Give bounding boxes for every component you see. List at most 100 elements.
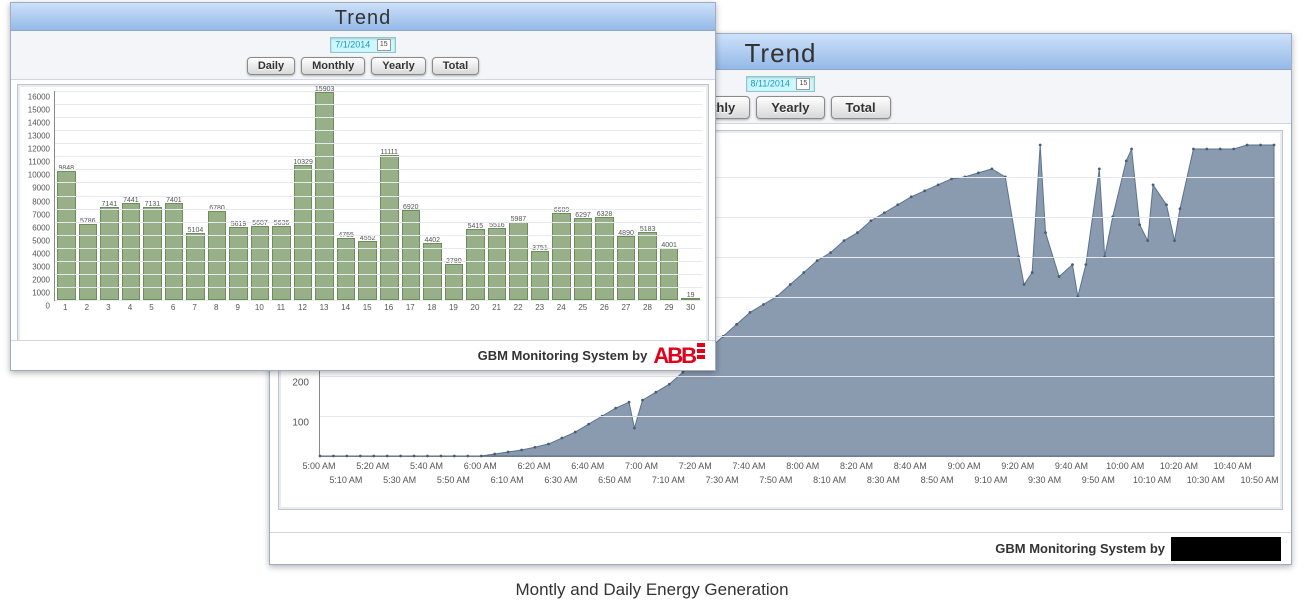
- y-tick: 5000: [32, 236, 50, 245]
- panel-title: Trend: [335, 7, 392, 29]
- x-tick: 10:00 AM: [1106, 461, 1144, 471]
- y-tick: 10000: [28, 171, 50, 180]
- x-tick: 25: [574, 303, 593, 312]
- panel1-toolbar: 7/1/2014 15 Daily Monthly Yearly Total: [11, 31, 715, 80]
- bar-value-label: 6297: [575, 212, 591, 219]
- date-picker[interactable]: 7/1/2014 15: [330, 37, 396, 53]
- x-tick: 10: [250, 303, 269, 312]
- x-tick: 5:50 AM: [437, 475, 470, 485]
- y-tick: 4000: [32, 249, 50, 258]
- abb-logo: ABB: [653, 343, 705, 369]
- x-tick: 5:10 AM: [329, 475, 362, 485]
- bar-value-label: 5415: [468, 223, 484, 230]
- bar-value-label: 7141: [102, 201, 118, 208]
- bar: 7401: [165, 203, 184, 300]
- x-tick: 21: [487, 303, 506, 312]
- x-tick: 17: [401, 303, 420, 312]
- y-tick: 200: [292, 378, 309, 389]
- x-tick: 9:50 AM: [1082, 475, 1115, 485]
- bar-value-label: 7131: [145, 201, 161, 208]
- yearly-button[interactable]: Yearly: [756, 96, 824, 119]
- bar-value-label: 4890: [618, 230, 634, 237]
- calendar-icon[interactable]: 15: [796, 78, 810, 90]
- x-tick: 9:10 AM: [974, 475, 1007, 485]
- x-tick: 7:40 AM: [732, 461, 765, 471]
- y-tick: 13000: [28, 132, 50, 141]
- x-tick: 5:30 AM: [383, 475, 416, 485]
- x-tick: 23: [530, 303, 549, 312]
- bar: 5786: [79, 224, 98, 300]
- x-tick: 9:30 AM: [1028, 475, 1061, 485]
- x-tick: 7:30 AM: [706, 475, 739, 485]
- x-tick: 8:00 AM: [786, 461, 819, 471]
- bar: 3751: [531, 251, 550, 300]
- y-tick: 12000: [28, 145, 50, 154]
- total-button[interactable]: Total: [831, 96, 891, 119]
- x-tick: 7:50 AM: [759, 475, 792, 485]
- panel-title: Trend: [745, 38, 817, 68]
- footer-text: GBM Monitoring System by: [478, 348, 648, 363]
- x-tick: 9:40 AM: [1055, 461, 1088, 471]
- bar: 5687: [251, 226, 270, 300]
- x-tick: 7:10 AM: [652, 475, 685, 485]
- panel1-footer: GBM Monitoring System by ABB: [11, 340, 715, 370]
- bar: 4552: [358, 241, 377, 300]
- x-tick: 10:40 AM: [1214, 461, 1252, 471]
- bar-value-label: 4402: [425, 237, 441, 244]
- x-tick: 9: [229, 303, 248, 312]
- x-tick: 7: [185, 303, 204, 312]
- bar-value-label: 7401: [166, 197, 182, 204]
- x-tick: 5:00 AM: [302, 461, 335, 471]
- bar-value-label: 7441: [123, 197, 139, 204]
- bar-value-label: 5104: [188, 227, 204, 234]
- bar-value-label: 5183: [640, 226, 656, 233]
- x-tick: 13: [315, 303, 334, 312]
- x-tick: 7:20 AM: [679, 461, 712, 471]
- daily-button[interactable]: Daily: [247, 57, 295, 75]
- x-tick: 10:10 AM: [1133, 475, 1171, 485]
- brand-text: ABB: [653, 343, 695, 369]
- y-tick: 6000: [32, 223, 50, 232]
- y-tick: 16000: [28, 93, 50, 102]
- y-tick: 3000: [32, 262, 50, 271]
- x-tick: 8:40 AM: [894, 461, 927, 471]
- x-tick: 9:20 AM: [1001, 461, 1034, 471]
- bar: 2780: [445, 264, 464, 300]
- x-tick: 14: [336, 303, 355, 312]
- x-tick: 18: [423, 303, 442, 312]
- date-value: 7/1/2014: [335, 39, 370, 49]
- x-tick: 22: [509, 303, 528, 312]
- x-tick: 29: [660, 303, 679, 312]
- monthly-button[interactable]: Monthly: [301, 57, 365, 75]
- date-picker[interactable]: 8/11/2014 15: [746, 76, 816, 92]
- bar-value-label: 11111: [381, 149, 398, 156]
- bar-value-label: 15903: [315, 86, 334, 93]
- y-tick: 7000: [32, 210, 50, 219]
- brand-logo-redacted: [1171, 537, 1281, 561]
- x-tick: 6:40 AM: [571, 461, 604, 471]
- panel2-footer: GBM Monitoring System by: [270, 532, 1291, 564]
- bar-value-label: 5516: [489, 222, 505, 229]
- footer-text: GBM Monitoring System by: [995, 541, 1165, 556]
- y-tick: 14000: [28, 119, 50, 128]
- x-tick: 6:30 AM: [544, 475, 577, 485]
- y-tick: 15000: [28, 106, 50, 115]
- x-tick: 16: [379, 303, 398, 312]
- bar-value-label: 10329: [293, 159, 312, 166]
- bar: 11111: [380, 155, 399, 300]
- total-button[interactable]: Total: [432, 57, 479, 75]
- x-tick: 19: [444, 303, 463, 312]
- y-axis: 0100020003000400050006000700080009000100…: [20, 91, 52, 309]
- monthly-bar-chart: 0100020003000400050006000700080009000100…: [17, 84, 709, 344]
- y-tick: 2000: [32, 275, 50, 284]
- x-tick: 8:30 AM: [867, 475, 900, 485]
- bar: 5619: [229, 227, 248, 300]
- x-tick: 9:00 AM: [947, 461, 980, 471]
- bar: 5415: [466, 229, 485, 300]
- yearly-button[interactable]: Yearly: [371, 57, 425, 75]
- x-tick: 8:20 AM: [840, 461, 873, 471]
- panel-title-bar: Trend: [11, 3, 715, 31]
- calendar-icon[interactable]: 15: [377, 39, 391, 51]
- x-axis: 1234567891011121314151617181920212223242…: [54, 301, 702, 312]
- plot-area: 9848578671417441713174015104678056195687…: [54, 91, 702, 301]
